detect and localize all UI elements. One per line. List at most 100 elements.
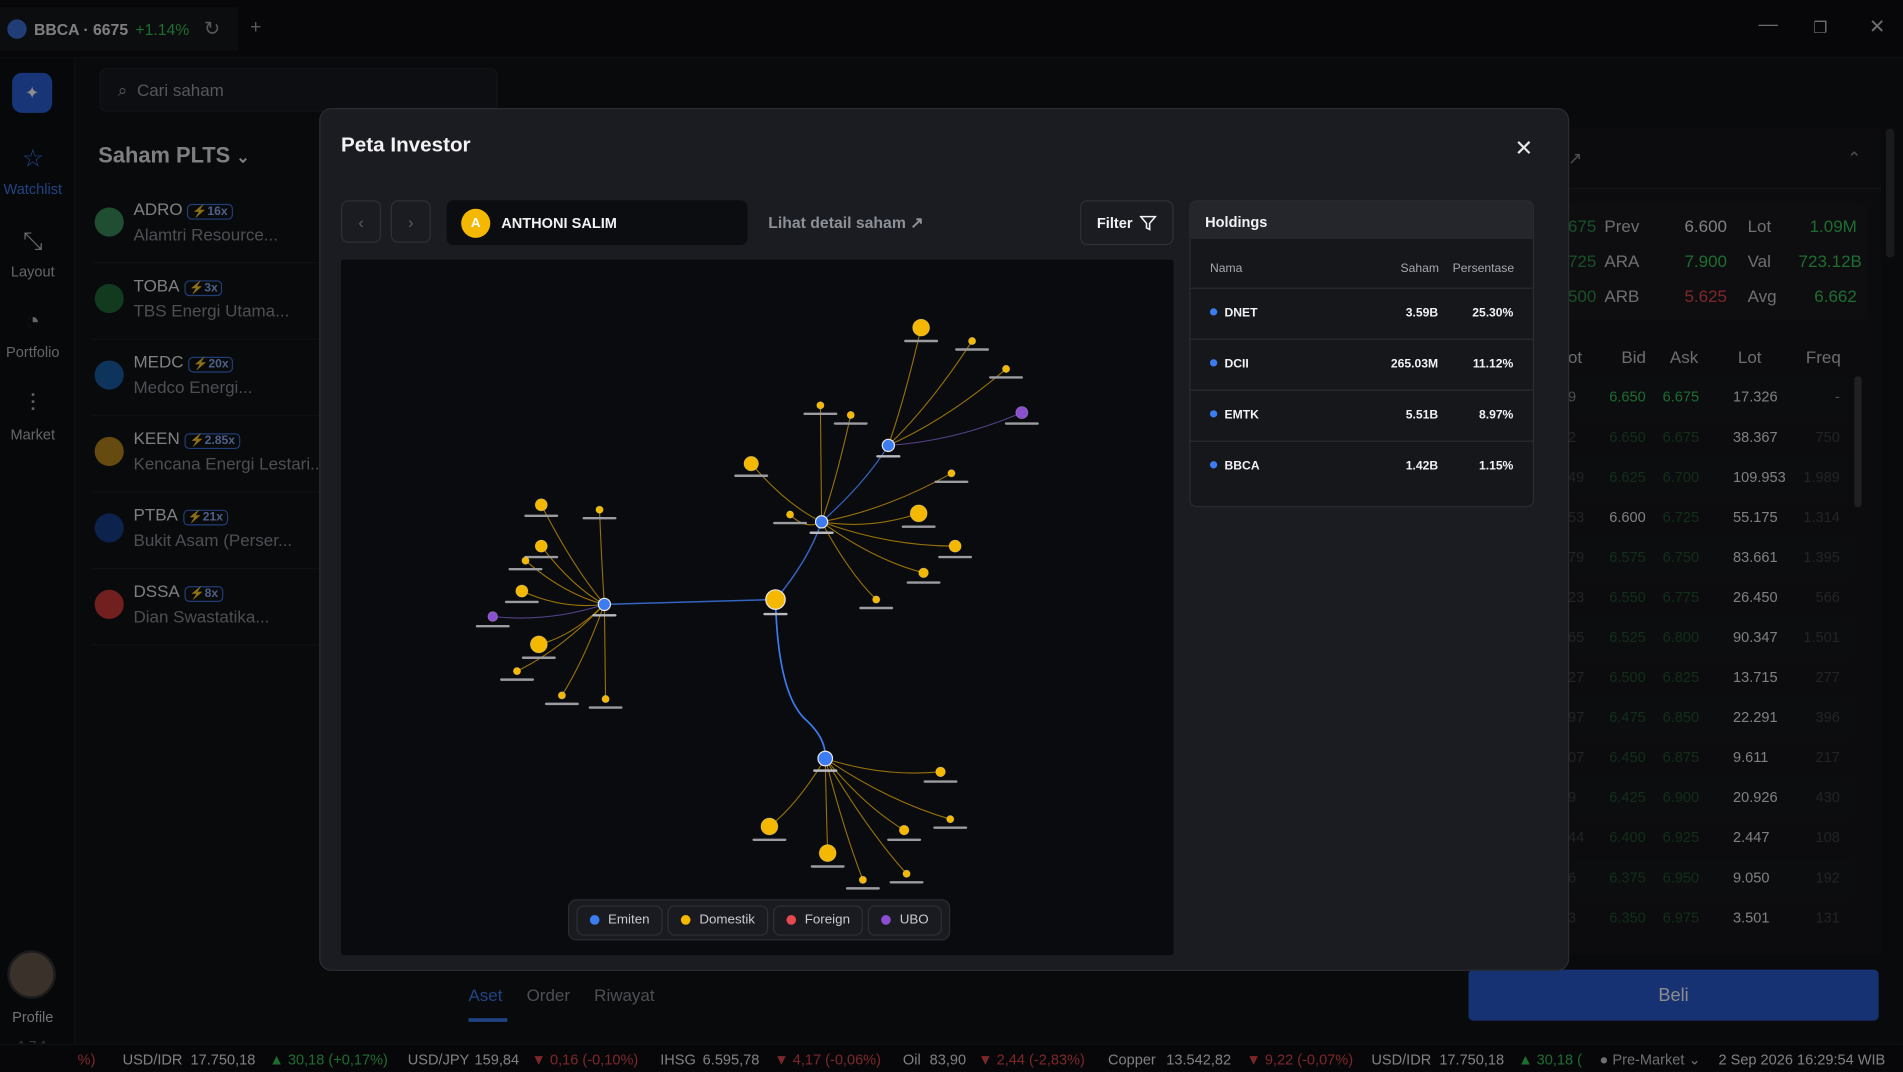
node-label-mark[interactable] [955, 348, 990, 351]
node-label-mark[interactable] [734, 474, 769, 477]
investor-node[interactable] [818, 844, 837, 863]
investor-network-graph[interactable]: Emiten Domestik Foreign UBO [341, 259, 1174, 956]
investor-node[interactable] [872, 595, 881, 604]
investor-node[interactable] [557, 691, 566, 700]
legend-dot-icon [589, 915, 600, 925]
detail-link[interactable]: Lihat detail saham ↗ [768, 214, 923, 233]
investor-selector[interactable]: A ANTHONI SALIM [446, 200, 748, 246]
investor-node[interactable] [948, 539, 962, 553]
node-label-mark[interactable] [504, 600, 539, 604]
graph-edge [887, 327, 922, 446]
holding-row[interactable]: BBCA 1.42B 1.15% [1191, 442, 1533, 493]
investor-node[interactable] [529, 635, 548, 654]
node-label-mark[interactable] [475, 625, 510, 628]
node-label-mark[interactable] [938, 555, 973, 559]
prev-button[interactable]: ‹ [341, 200, 382, 243]
node-label-mark[interactable] [544, 702, 579, 706]
holding-row[interactable]: EMTK 5.51B 8.97% [1190, 391, 1533, 442]
investor-node[interactable] [918, 567, 929, 579]
legend-item[interactable]: Emiten [576, 904, 663, 936]
graph-edge [598, 509, 605, 605]
next-button[interactable]: › [390, 200, 431, 243]
investor-node[interactable] [487, 611, 498, 622]
investor-node[interactable] [595, 505, 604, 514]
node-label-mark[interactable] [500, 678, 534, 681]
node-label-mark[interactable] [521, 656, 556, 659]
investor-node[interactable] [534, 498, 548, 512]
filter-button[interactable]: Filter [1080, 200, 1174, 246]
investor-node[interactable] [858, 875, 867, 884]
emiten-dot-icon [1209, 410, 1218, 418]
node-label-mark[interactable] [906, 581, 941, 584]
node-label-mark[interactable] [582, 516, 617, 520]
node-label-mark[interactable] [904, 339, 939, 343]
emiten-node[interactable] [881, 438, 896, 453]
node-label-mark[interactable] [524, 555, 559, 559]
holding-row[interactable]: DNET 3.59B 25.30% [1190, 289, 1533, 340]
graph-edge [821, 521, 956, 547]
node-label-mark[interactable] [933, 826, 968, 829]
node-label-mark[interactable] [592, 614, 617, 617]
investor-node[interactable] [515, 584, 529, 598]
investor-node[interactable] [521, 556, 530, 565]
node-label-mark[interactable] [803, 412, 838, 416]
investor-node[interactable] [534, 539, 548, 553]
investor-node[interactable] [902, 869, 911, 878]
node-label-mark[interactable] [989, 376, 1024, 379]
modal-title: Peta Investor [341, 133, 471, 157]
node-label-mark[interactable] [934, 480, 969, 484]
node-label-mark[interactable] [773, 521, 808, 525]
node-label-mark[interactable] [845, 887, 880, 890]
node-label-mark[interactable] [923, 780, 958, 783]
external-link-icon: ↗ [910, 213, 924, 232]
graph-edge [521, 590, 605, 607]
investor-node[interactable] [912, 318, 930, 337]
node-label-mark[interactable] [876, 455, 901, 458]
node-label-mark[interactable] [887, 838, 922, 842]
investor-node[interactable] [968, 337, 977, 346]
node-label-mark[interactable] [810, 865, 845, 868]
node-label-mark[interactable] [588, 706, 623, 709]
node-label-mark[interactable] [508, 567, 543, 571]
graph-edge [769, 758, 826, 827]
node-label-mark[interactable] [901, 525, 936, 528]
node-label-mark[interactable] [809, 531, 834, 534]
node-label-mark[interactable] [889, 881, 924, 884]
node-label-mark[interactable] [813, 769, 838, 772]
legend-item[interactable]: UBO [868, 904, 943, 936]
investor-node[interactable] [846, 411, 855, 420]
legend-item[interactable]: Domestik [667, 904, 769, 936]
node-label-mark[interactable] [833, 422, 868, 425]
investor-node[interactable] [743, 455, 759, 472]
emiten-node[interactable] [817, 750, 834, 767]
investor-node[interactable] [512, 667, 521, 676]
center-investor-node[interactable] [765, 589, 786, 610]
investor-node[interactable] [947, 469, 956, 478]
node-label-mark[interactable] [763, 612, 788, 616]
node-label-mark[interactable] [752, 838, 787, 842]
investor-node[interactable] [946, 815, 955, 824]
emiten-node[interactable] [814, 515, 829, 529]
node-label-mark[interactable] [859, 606, 894, 610]
investor-node[interactable] [786, 510, 795, 519]
emiten-node[interactable] [597, 597, 612, 612]
investor-node[interactable] [935, 766, 946, 778]
emiten-dot-icon [1209, 461, 1218, 469]
investor-node[interactable] [909, 504, 928, 523]
node-label-mark[interactable] [1004, 422, 1039, 425]
graph-edge [603, 604, 607, 700]
legend-item[interactable]: Foreign [773, 904, 864, 936]
investor-node[interactable] [601, 695, 610, 704]
holdings-panel: Holdings Nama Saham Persentase DNET 3.59… [1189, 200, 1534, 508]
investor-node[interactable] [760, 817, 779, 836]
close-icon[interactable]: ✕ [1515, 136, 1533, 161]
investor-node[interactable] [816, 401, 825, 410]
network-svg[interactable] [341, 260, 1174, 955]
holding-row[interactable]: DCII 265.03M 11.12% [1190, 340, 1533, 391]
investor-node[interactable] [1015, 406, 1029, 420]
chevron-left-icon: ‹ [358, 211, 364, 232]
graph-edge [825, 757, 941, 774]
investor-node[interactable] [1002, 364, 1011, 373]
node-label-mark[interactable] [524, 514, 559, 517]
investor-node[interactable] [898, 824, 910, 836]
